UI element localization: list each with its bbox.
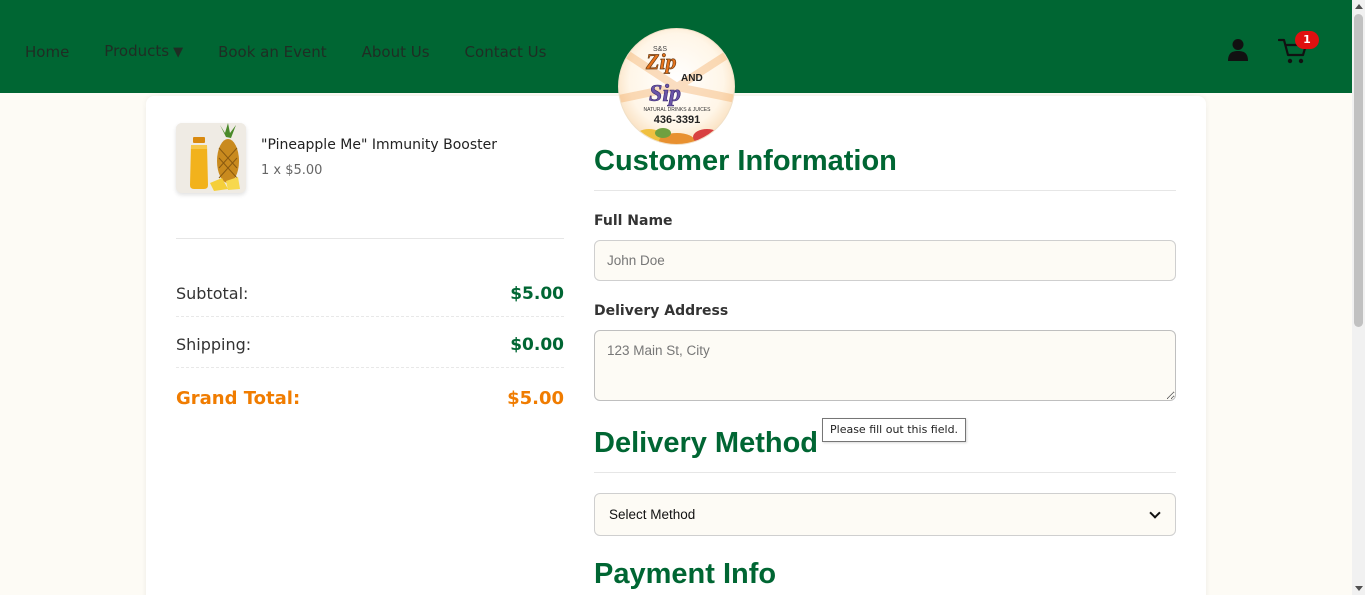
order-divider [176, 238, 564, 239]
page-scrollbar[interactable] [1352, 0, 1365, 595]
delivery-address-input[interactable] [594, 330, 1176, 401]
shipping-label: Shipping: [176, 335, 252, 354]
user-icon[interactable] [1227, 38, 1249, 62]
product-name: "Pineapple Me" Immunity Booster [261, 137, 497, 153]
logo-graphic: S&S Zip AND Sip NATURAL DRINKS & JUICES … [619, 45, 734, 144]
validation-tooltip: Please fill out this field. [822, 418, 967, 442]
nav-products[interactable]: Products ▼ [104, 41, 183, 63]
grand-total-row: Grand Total: $5.00 [176, 388, 564, 416]
delivery-method-divider [594, 472, 1176, 473]
full-name-label: Full Name [594, 213, 673, 229]
customer-info-title: Customer Information [594, 145, 897, 177]
subtotal-value: $5.00 [510, 284, 564, 304]
delivery-address-label: Delivery Address [594, 303, 729, 319]
product-thumbnail [176, 123, 246, 193]
nav-book-event[interactable]: Book an Event [218, 42, 327, 62]
caret-down-icon: ▼ [173, 45, 184, 60]
scroll-up-arrow-icon[interactable] [1355, 4, 1363, 9]
pineapple-juice-image [176, 123, 246, 193]
nav-home[interactable]: Home [25, 42, 69, 62]
main-nav: Home Products ▼ Book an Event About Us Co… [25, 41, 581, 63]
grand-total-label: Grand Total: [176, 388, 301, 409]
full-name-input[interactable] [594, 240, 1176, 281]
customer-info-divider [594, 190, 1176, 191]
logo-phone: 436-3391 [654, 114, 701, 126]
grand-total-value: $5.00 [507, 388, 564, 409]
payment-info-title: Payment Info [594, 558, 777, 590]
nav-products-label: Products [104, 42, 170, 60]
zip-and-sip-logo[interactable]: S&S Zip AND Sip NATURAL DRINKS & JUICES … [618, 28, 735, 145]
logo-and: AND [681, 73, 703, 84]
shipping-value: $0.00 [510, 335, 564, 355]
delivery-method-select[interactable]: Select Method [594, 493, 1176, 536]
nav-contact[interactable]: Contact Us [465, 42, 547, 62]
subtotal-row: Subtotal: $5.00 [176, 284, 564, 317]
scrollbar-thumb[interactable] [1354, 14, 1363, 327]
logo-name-1: Zip [645, 49, 677, 74]
logo-name-2: Sip [649, 81, 681, 107]
product-qty-price: 1 x $5.00 [261, 163, 323, 178]
nav-about[interactable]: About Us [362, 42, 430, 62]
scroll-down-arrow-icon[interactable] [1355, 586, 1363, 591]
delivery-method-value: Select Method [609, 507, 696, 522]
cart-count-badge: 1 [1295, 31, 1319, 49]
delivery-method-title: Delivery Method [594, 427, 818, 459]
subtotal-label: Subtotal: [176, 284, 249, 303]
chevron-down-icon [1149, 506, 1161, 519]
shipping-row: Shipping: $0.00 [176, 335, 564, 368]
logo-tagline: NATURAL DRINKS & JUICES [644, 107, 712, 113]
